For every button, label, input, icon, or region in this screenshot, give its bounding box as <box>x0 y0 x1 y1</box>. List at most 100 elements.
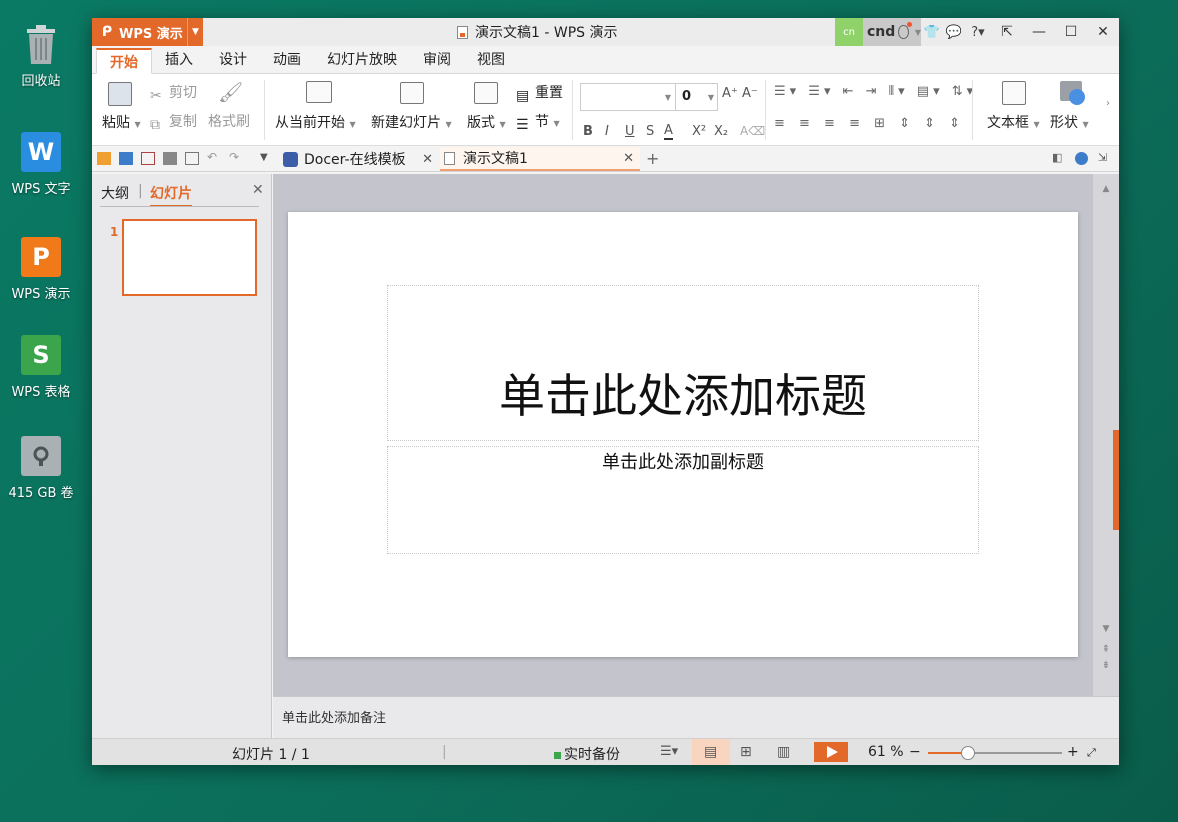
paste-button[interactable]: 粘贴 ▼ <box>102 112 141 132</box>
zoom-slider[interactable] <box>928 746 1062 760</box>
font-family-select[interactable]: ▼ <box>580 83 676 111</box>
pane-tab-divider: | <box>138 183 143 199</box>
minimize-button[interactable]: — <box>1023 18 1055 46</box>
language-badge[interactable]: cn <box>835 18 863 46</box>
layout-button[interactable]: 版式 ▼ <box>467 112 506 132</box>
play-slideshow-button[interactable] <box>814 742 848 762</box>
desktop-wps-writer[interactable]: W WPS 文字 <box>4 132 78 197</box>
collapse-ribbon-icon[interactable]: ⇲ <box>1098 151 1112 164</box>
new-slide-icon[interactable] <box>400 82 424 104</box>
layout-label: 版式 <box>467 115 495 131</box>
subtitle-placeholder[interactable]: 单击此处添加副标题 <box>387 446 979 554</box>
italic-icon[interactable]: I <box>605 124 609 139</box>
bold-icon[interactable]: B <box>583 124 593 139</box>
desktop-wps-presentation[interactable]: P WPS 演示 <box>4 237 78 302</box>
copy-button[interactable]: ⧉ 复制 <box>150 111 197 133</box>
customize-dropdown-icon[interactable]: ▼ <box>260 152 274 165</box>
reading-view-icon[interactable]: ▥ <box>777 744 790 760</box>
open-icon[interactable] <box>97 152 111 165</box>
close-button[interactable]: ✕ <box>1087 18 1119 46</box>
text-box-icon[interactable] <box>1002 81 1026 105</box>
scroll-up-icon[interactable]: ▲ <box>1093 184 1119 194</box>
font-color-icon[interactable]: A <box>664 124 673 140</box>
tab-animation[interactable]: 动画 <box>260 47 314 73</box>
doc-tab-presentation[interactable]: 演示文稿1 ✕ <box>440 147 640 171</box>
superscript-icon[interactable]: X² <box>692 124 706 139</box>
format-painter-button[interactable]: 格式刷 <box>208 111 250 131</box>
undo-icon[interactable]: ↶ <box>207 150 221 164</box>
print-preview-icon[interactable] <box>185 152 199 165</box>
from-current-button[interactable]: 从当前开始 ▼ <box>275 112 356 132</box>
zoom-out-button[interactable]: − <box>909 744 921 760</box>
play-from-current-icon[interactable] <box>306 81 332 103</box>
fit-window-icon[interactable]: ⤢ <box>1087 746 1096 760</box>
doc-tab-docer[interactable]: Docer-在线模板 ✕ <box>279 147 439 171</box>
help-icon[interactable]: ?▾ <box>965 25 991 40</box>
tab-slideshow[interactable]: 幻灯片放映 <box>314 47 410 73</box>
export-pdf-icon[interactable] <box>141 152 155 165</box>
ribbon-scroll-right[interactable]: › <box>1106 98 1110 109</box>
tab-outline[interactable]: 大纲 <box>101 183 129 203</box>
cut-button[interactable]: ✂ 剪切 <box>150 82 197 104</box>
font-grow-icon[interactable]: A⁺ <box>722 86 738 101</box>
tab-view[interactable]: 视图 <box>464 47 518 73</box>
share-icon[interactable]: ◧ <box>1052 151 1066 164</box>
cloud-icon[interactable] <box>1075 152 1088 165</box>
new-tab-icon[interactable]: + <box>646 149 660 168</box>
reset-button[interactable]: ▤ 重置 <box>516 82 563 104</box>
text-box-button[interactable]: 文本框 ▼ <box>987 112 1040 132</box>
scroll-down-icon[interactable]: ▼ <box>1093 624 1119 634</box>
close-icon[interactable]: ✕ <box>623 151 640 166</box>
redo-icon[interactable]: ↷ <box>229 150 243 164</box>
maximize-button[interactable]: ☐ <box>1055 18 1087 46</box>
notes-pane[interactable]: 单击此处添加备注 <box>273 696 1119 738</box>
print-icon[interactable] <box>163 152 177 165</box>
wps-window: ᑭ WPS 演示 ▼ 演示文稿1 - WPS 演示 cn cnd ▼ 👕 💬 ?… <box>92 18 1119 765</box>
tab-insert[interactable]: 插入 <box>152 47 206 73</box>
chat-icon[interactable]: 💬 <box>943 25 965 40</box>
tab-review[interactable]: 审阅 <box>410 47 464 73</box>
document-icon <box>457 25 468 39</box>
title-placeholder[interactable]: 单击此处添加标题 <box>387 285 979 441</box>
user-account[interactable]: cnd ▼ <box>863 18 921 46</box>
tab-design[interactable]: 设计 <box>206 47 260 73</box>
save-icon[interactable] <box>119 152 133 165</box>
layout-icon[interactable] <box>474 82 498 104</box>
subscript-icon[interactable]: X₂ <box>714 124 728 139</box>
ribbon-separator <box>264 80 265 140</box>
tab-slides[interactable]: 幻灯片 <box>150 183 192 206</box>
desktop-trash[interactable]: 回收站 <box>4 24 78 89</box>
zoom-in-button[interactable]: + <box>1067 744 1079 760</box>
font-size-select[interactable]: 0 ▼ <box>676 83 718 111</box>
backup-status[interactable]: 实时备份 <box>554 744 620 764</box>
chevron-down-icon: ▼ <box>134 120 141 129</box>
paste-icon[interactable] <box>108 82 132 106</box>
desktop-disk-volume[interactable]: 415 GB 卷 <box>4 436 78 501</box>
next-slide-icon[interactable]: ⇟ <box>1093 660 1119 671</box>
skin-icon[interactable]: 👕 <box>921 25 943 40</box>
align-icons[interactable]: ≡ ≡ ≡ ≡ ⊞ ⇕ ⇕ ⇕ <box>774 116 965 131</box>
notes-toggle-icon[interactable]: ☰▾ <box>660 744 678 759</box>
tab-home[interactable]: 开始 <box>96 48 152 74</box>
chevron-down-icon[interactable]: ▼ <box>187 18 203 46</box>
slide-sorter-icon[interactable]: ⊞ <box>740 744 752 760</box>
list-icons[interactable]: ☰▾ ☰▾ ⇤ ⇥ ⫴▾ ▤▾ ⇅▾ <box>774 84 977 99</box>
slide-thumbnail[interactable] <box>122 219 257 296</box>
underline-icon[interactable]: U <box>625 124 635 139</box>
clear-format-icon[interactable]: A⌫ <box>740 124 765 138</box>
previous-slide-icon[interactable]: ⇞ <box>1093 644 1119 655</box>
shadow-icon[interactable]: S <box>646 124 654 139</box>
desktop-wps-spreadsheet[interactable]: S WPS 表格 <box>4 335 78 400</box>
slide-canvas[interactable]: 单击此处添加标题 单击此处添加副标题 <box>288 212 1078 657</box>
close-icon[interactable]: ✕ <box>422 152 439 167</box>
task-pane-handle[interactable] <box>1113 430 1119 530</box>
new-slide-button[interactable]: 新建幻灯片 ▼ <box>371 112 452 132</box>
app-menu-button[interactable]: ᑭ WPS 演示 ▼ <box>92 18 203 46</box>
shape-button[interactable]: 形状 ▼ <box>1050 112 1089 132</box>
close-icon[interactable]: ✕ <box>252 182 264 198</box>
font-shrink-icon[interactable]: A⁻ <box>742 86 758 101</box>
wps-logo-icon: ᑭ <box>101 24 113 40</box>
section-button[interactable]: ☰ 节 ▼ <box>516 111 560 133</box>
restore-icon[interactable]: ⇱ <box>991 18 1023 46</box>
zoom-slider-handle[interactable] <box>961 746 976 760</box>
